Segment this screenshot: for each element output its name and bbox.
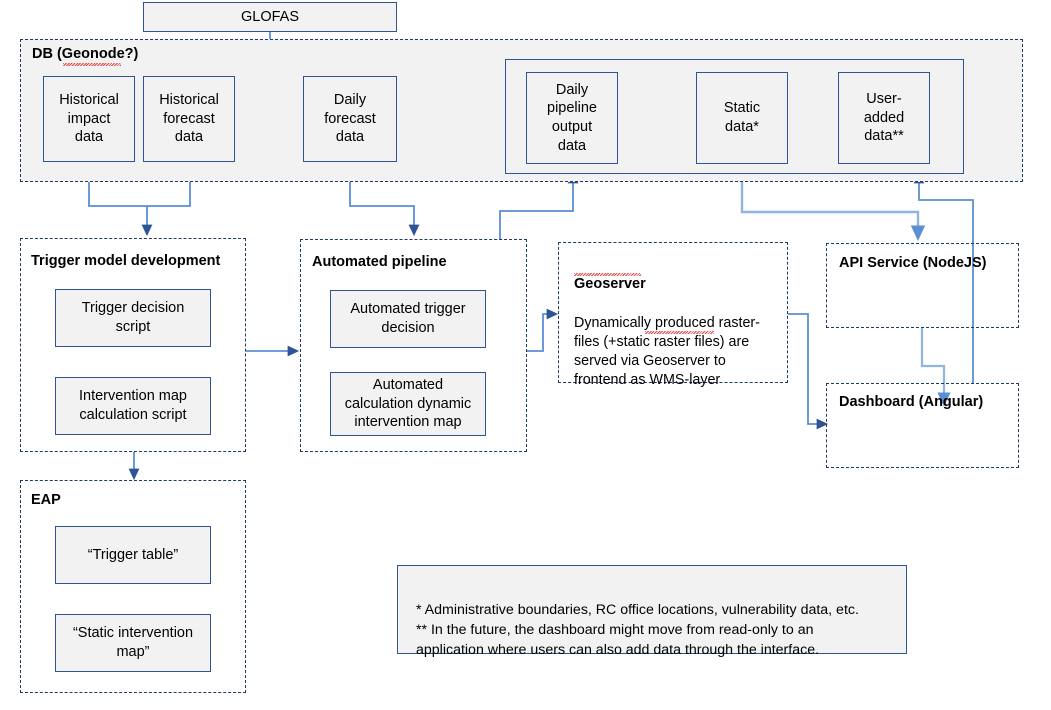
user-added-data-label: User- added data** bbox=[863, 91, 905, 145]
automated-pipeline-label: Automated pipeline bbox=[312, 254, 447, 270]
intervention-map-calculation-script-box[interactable]: Intervention map calculation script bbox=[55, 377, 211, 435]
trigger-decision-script-box[interactable]: Trigger decision script bbox=[55, 289, 211, 347]
glofas-box[interactable]: GLOFAS bbox=[143, 2, 397, 32]
api-service-label: API Service (NodeJS) bbox=[839, 255, 987, 271]
historical-impact-data-box[interactable]: Historical impact data bbox=[43, 76, 135, 162]
eap-label: EAP bbox=[31, 492, 61, 508]
automated-trigger-decision-box[interactable]: Automated trigger decision bbox=[330, 290, 486, 348]
diagram-canvas: GLOFAS DB (Geonode?) Historical impact d… bbox=[0, 0, 1051, 710]
geoserver-text-block: Geoserver Dynamically produced raster- f… bbox=[574, 256, 780, 390]
trigger-model-development-label: Trigger model development bbox=[31, 253, 221, 269]
intervention-map-calculation-script-label: Intervention map calculation script bbox=[78, 388, 187, 423]
dashboard-label: Dashboard (Angular) bbox=[839, 394, 984, 410]
automated-calculation-dynamic-intervention-map-box[interactable]: Automated calculation dynamic interventi… bbox=[330, 372, 486, 436]
static-intervention-map-label: “Static intervention map” bbox=[72, 625, 194, 660]
wire-automated-pipeline-to-daily-pipeline-output bbox=[499, 171, 579, 240]
user-added-data-box[interactable]: User- added data** bbox=[838, 72, 930, 164]
spellcheck-underline-geonode bbox=[63, 63, 121, 66]
daily-forecast-data-label: Daily forecast data bbox=[324, 92, 376, 146]
wire-geoserver-to-dashboard bbox=[788, 313, 829, 430]
wire-automated-pipeline-to-geoserver bbox=[527, 308, 559, 352]
footnotes-text: * Administrative boundaries, RC office l… bbox=[416, 602, 859, 659]
geoserver-title: Geoserver bbox=[574, 276, 646, 293]
trigger-decision-script-label: Trigger decision script bbox=[81, 300, 185, 335]
historical-forecast-data-box[interactable]: Historical forecast data bbox=[143, 76, 235, 162]
glofas-label: GLOFAS bbox=[240, 8, 300, 25]
geoserver-description: Dynamically produced raster- files (+sta… bbox=[574, 314, 760, 389]
daily-pipeline-output-data-label: Daily pipeline output data bbox=[547, 81, 597, 154]
wire-static-data-to-api-service bbox=[740, 174, 926, 241]
static-data-box[interactable]: Static data* bbox=[696, 72, 788, 164]
spellcheck-underline-geoserver-title bbox=[574, 273, 641, 276]
automated-calculation-dynamic-intervention-map-label: Automated calculation dynamic interventi… bbox=[344, 377, 472, 431]
trigger-table-label: “Trigger table” bbox=[87, 546, 179, 563]
historical-impact-data-label: Historical impact data bbox=[59, 92, 119, 146]
daily-pipeline-output-data-box[interactable]: Daily pipeline output data bbox=[526, 72, 618, 164]
footnotes-box: * Administrative boundaries, RC office l… bbox=[397, 565, 907, 658]
spellcheck-underline-geoserver-inline bbox=[645, 331, 714, 334]
historical-forecast-data-label: Historical forecast data bbox=[159, 92, 219, 146]
static-intervention-map-box[interactable]: “Static intervention map” bbox=[55, 614, 211, 672]
db-group-label: DB (Geonode?) bbox=[32, 46, 139, 62]
daily-forecast-data-box[interactable]: Daily forecast data bbox=[303, 76, 397, 162]
static-data-label: Static data* bbox=[723, 100, 761, 135]
automated-trigger-decision-label: Automated trigger decision bbox=[350, 301, 466, 336]
trigger-table-box[interactable]: “Trigger table” bbox=[55, 526, 211, 584]
